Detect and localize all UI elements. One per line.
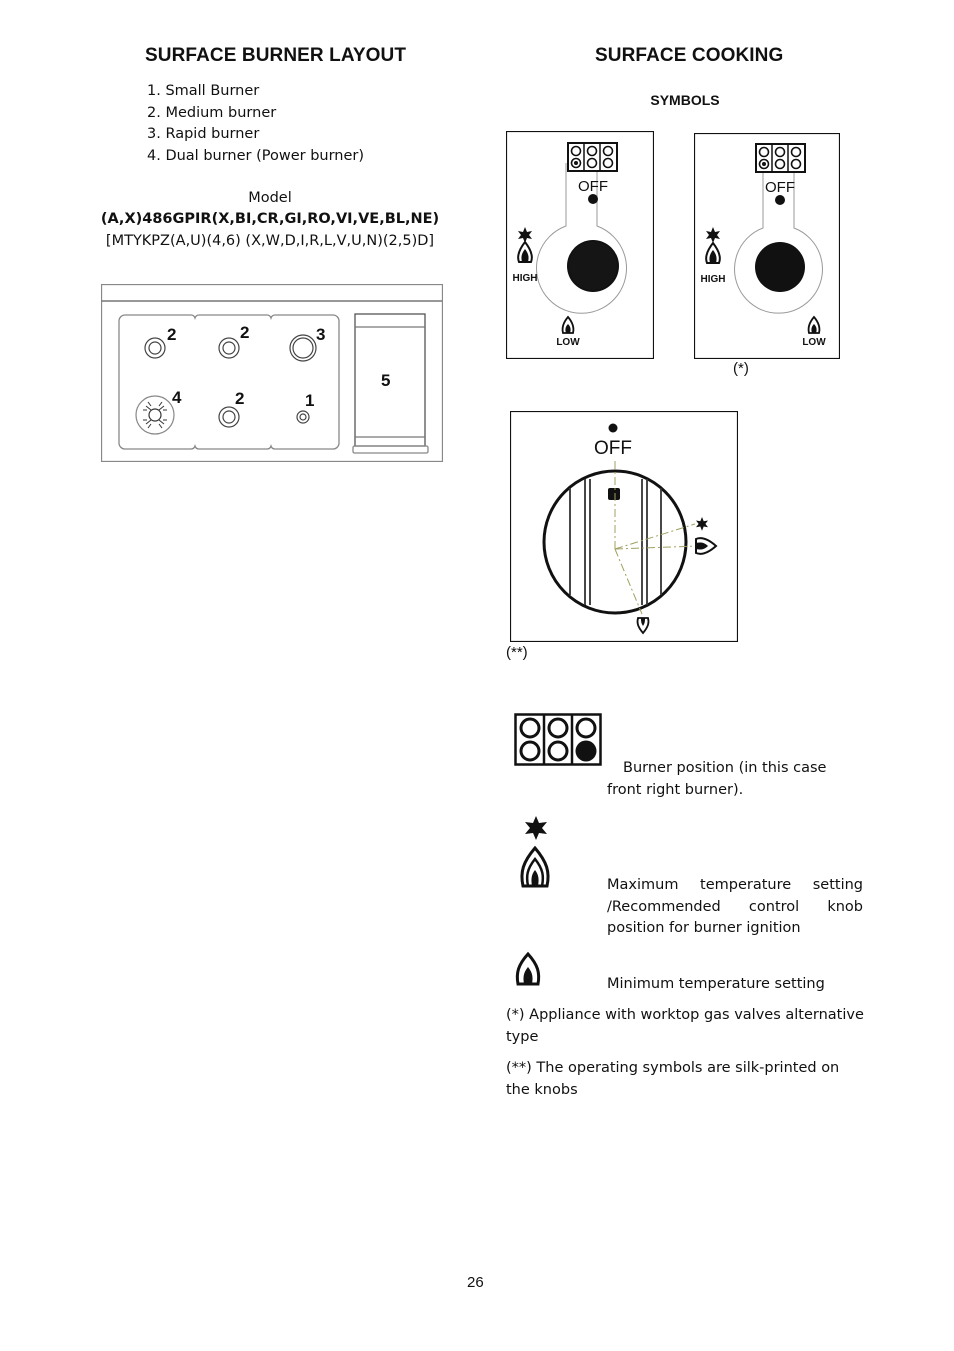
burner-type-item: 4. Dual burner (Power burner) — [147, 147, 365, 164]
burner-layout-svg: 2 2 3 4 2 1 5 — [100, 283, 444, 463]
caption-alternative-type: (*) — [733, 360, 749, 377]
symbols-subtitle: SYMBOLS — [650, 92, 720, 108]
label-rear-right: 3 — [316, 325, 325, 344]
legend-max-temp-text: Maximum temperature setting /Recommended… — [607, 877, 863, 936]
burner-front-center — [218, 406, 240, 428]
note-silk-printed: (**) The operating symbols are silk-prin… — [506, 1060, 840, 1098]
control-panel-symbol: OFF HIGH LOW — [505, 130, 655, 360]
label-side-unit: 5 — [381, 371, 390, 390]
caption-silk-printed: (**) — [506, 644, 528, 661]
knob-icon — [755, 242, 805, 292]
low-label: LOW — [556, 337, 580, 348]
model-label: Model — [248, 190, 292, 206]
burner-type-item: 2. Medium burner — [147, 104, 277, 121]
knob-svg: OFF — [509, 410, 739, 643]
label-front-center: 2 — [235, 389, 244, 408]
model-variants: [MTYKPZ(A,U)(4,6) (X,W,D,I,R,L,V,U,N)(2,… — [105, 233, 435, 249]
legend-burner-position-text: Burner position (in this case front righ… — [607, 760, 827, 798]
burner-front-right — [296, 410, 310, 424]
legend-min-temp-text: Minimum temperature setting — [607, 976, 825, 992]
min-flame-icon — [513, 951, 543, 987]
off-label: OFF — [594, 438, 632, 459]
note-alternative-type: (*) Appliance with worktop gas valves al… — [506, 1007, 864, 1045]
off-dot — [588, 194, 598, 204]
burner-rear-left — [144, 337, 166, 359]
knob-indicator — [608, 488, 620, 500]
burner-type-item: 3. Rapid burner — [147, 126, 260, 142]
section-title-surface-cooking: SURFACE COOKING — [595, 45, 784, 66]
burner-position-icon — [514, 713, 602, 766]
label-rear-center: 2 — [240, 323, 249, 342]
off-label: OFF — [578, 178, 608, 195]
high-label: HIGH — [701, 274, 726, 285]
burner-position-icon — [567, 142, 618, 172]
control-panel-symbol-alt: OFF HIGH LOW — [693, 132, 841, 360]
off-label: OFF — [765, 179, 795, 196]
label-front-right: 1 — [305, 391, 314, 410]
control-panel-alt-svg: OFF HIGH LOW — [693, 132, 841, 360]
burner-front-left-dual — [135, 395, 175, 435]
burner-rear-right — [289, 334, 317, 362]
burner-rear-center — [218, 337, 240, 359]
label-rear-left: 2 — [167, 325, 176, 344]
knob-symbol-diagram: OFF — [509, 410, 739, 643]
label-front-left: 4 — [172, 388, 182, 407]
burner-position-icon — [755, 143, 806, 173]
burner-type-item: 1. Small Burner — [147, 83, 260, 99]
section-title-burner-layout: SURFACE BURNER LAYOUT — [145, 45, 407, 66]
burner-type-list: 1. Small Burner 2. Medium burner 3. Rapi… — [147, 81, 364, 167]
control-panel-svg: OFF HIGH LOW — [505, 130, 655, 360]
model-code: (A,X)486GPIR(X,BI,CR,GI,RO,VI,VE,BL,NE) — [100, 211, 440, 227]
page-number: 26 — [467, 1274, 484, 1291]
max-flame-icon — [516, 814, 556, 890]
burner-layout-diagram: 2 2 3 4 2 1 5 — [100, 283, 444, 463]
hob-outline — [100, 283, 444, 463]
off-dot — [608, 423, 618, 433]
high-label: HIGH — [513, 273, 538, 284]
off-dot — [775, 195, 785, 205]
low-label: LOW — [802, 337, 826, 348]
